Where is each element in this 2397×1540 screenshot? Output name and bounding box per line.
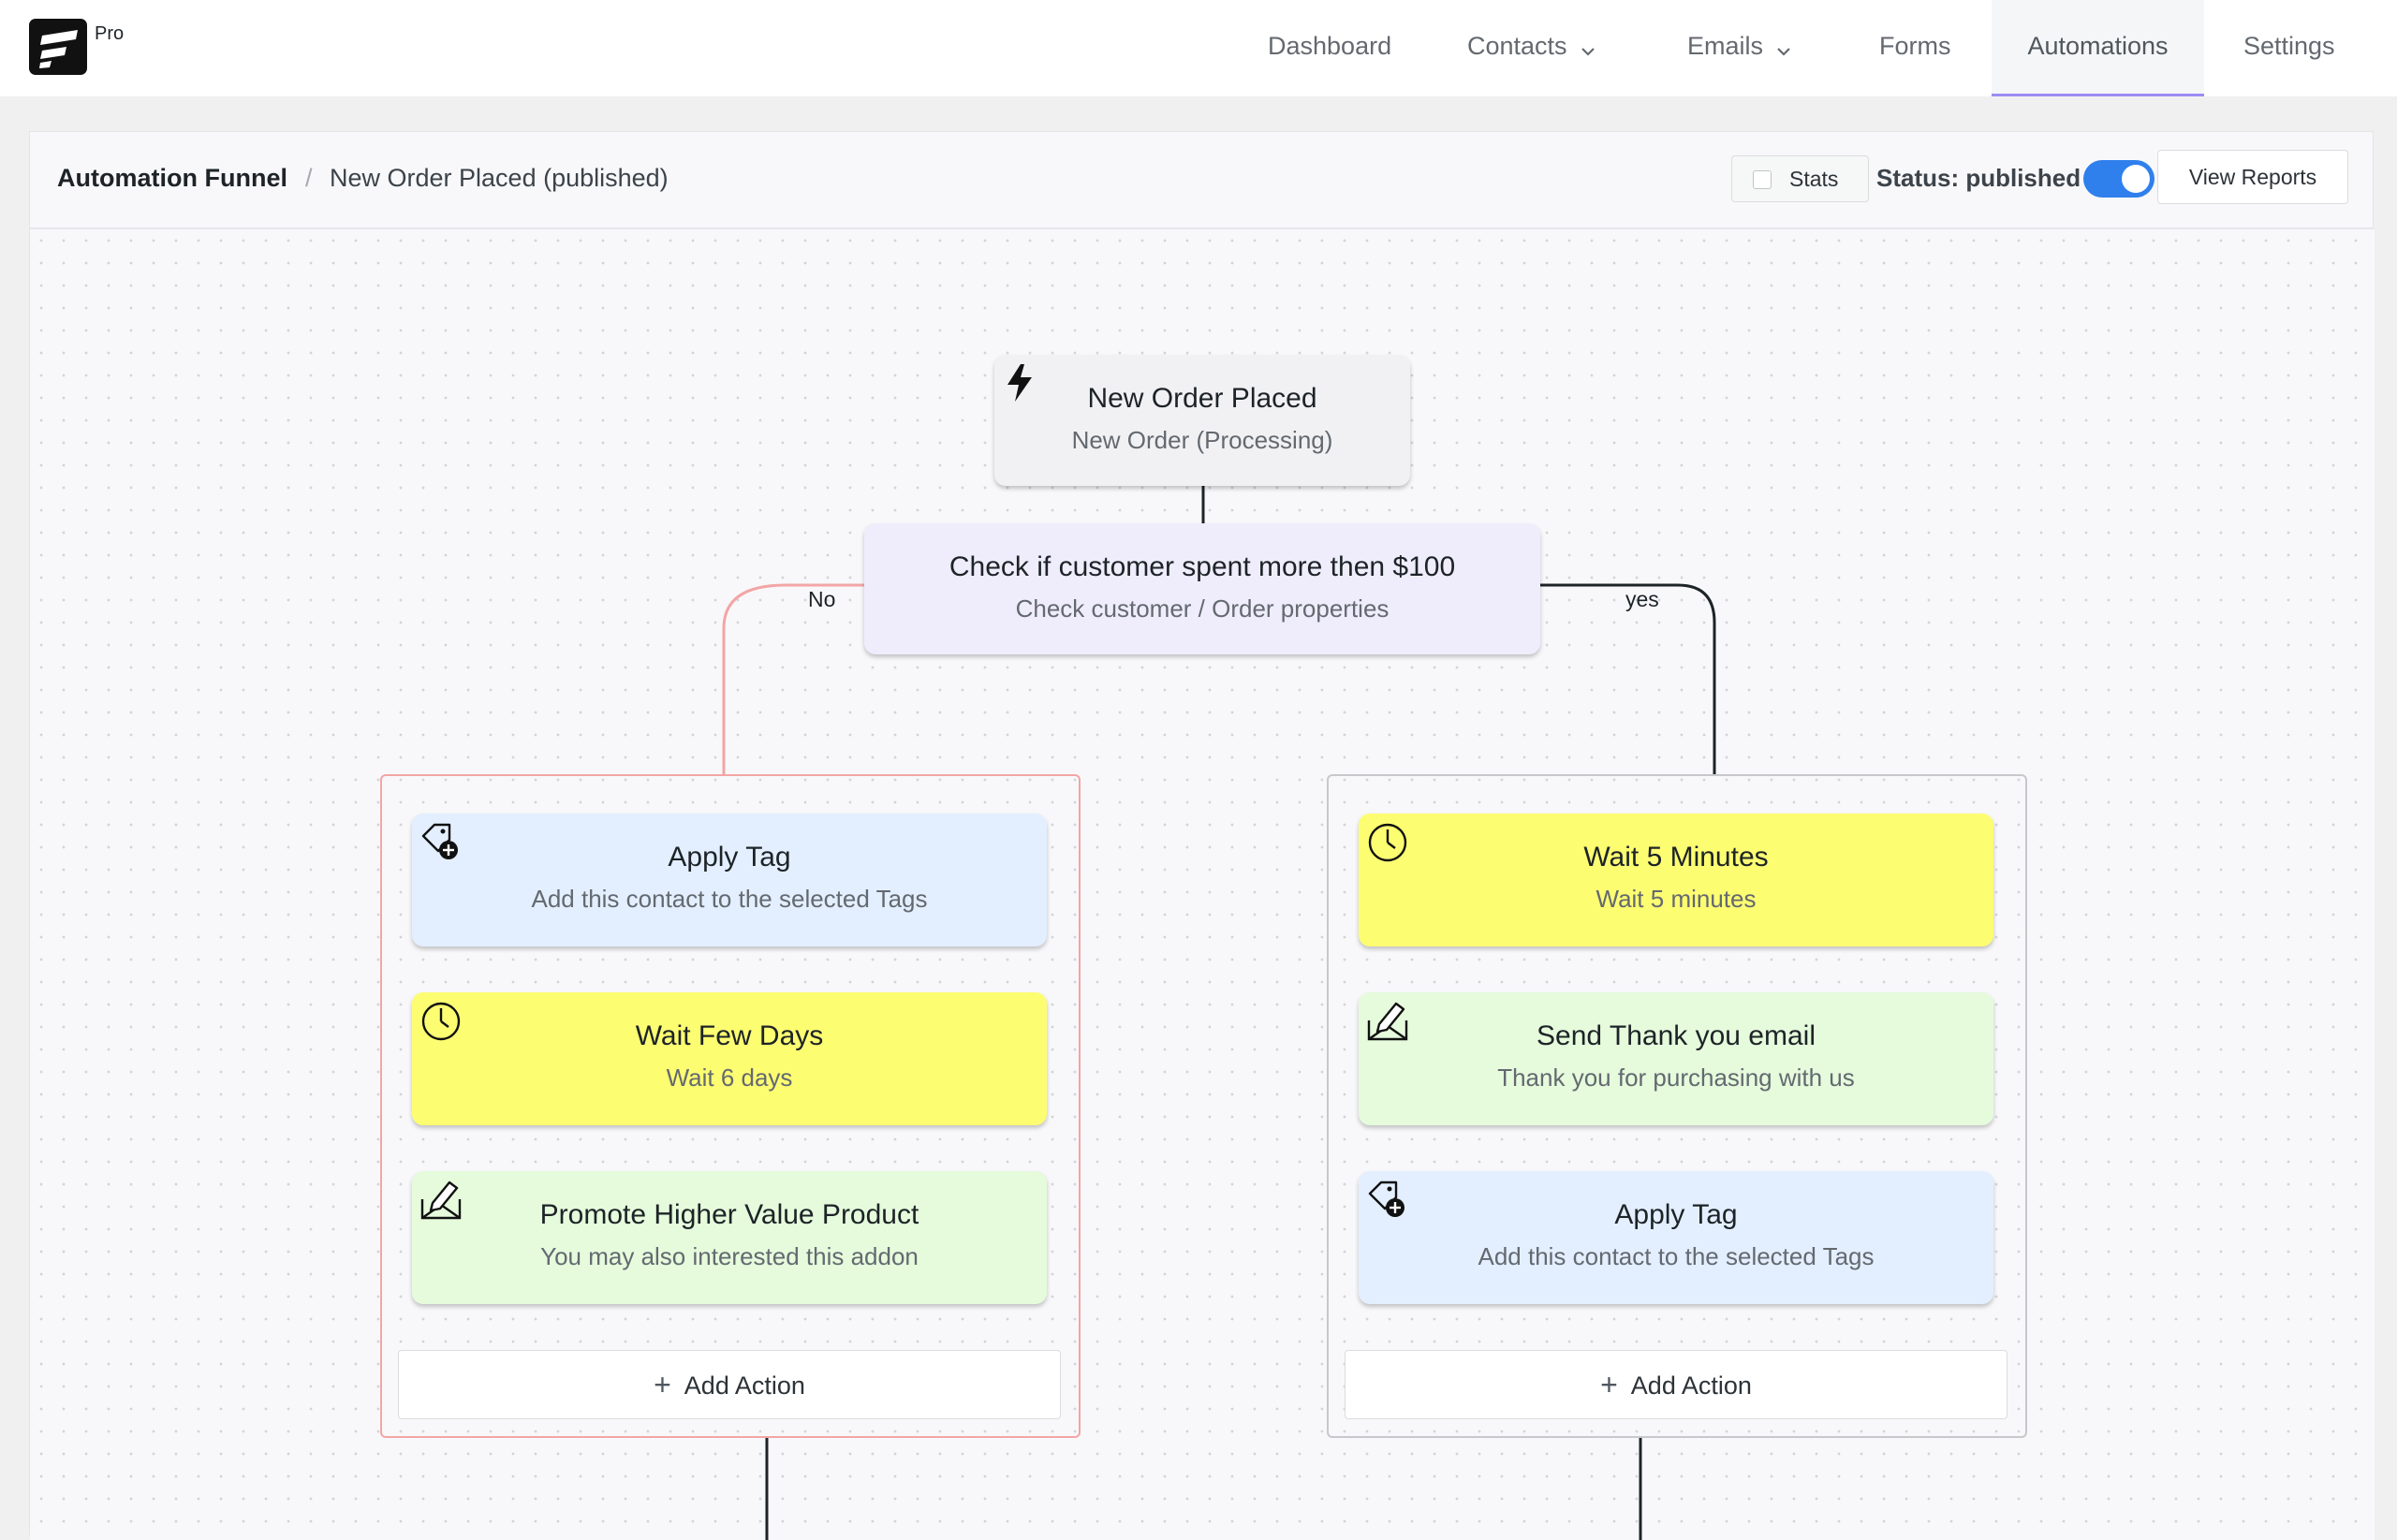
nav-emails-label: Emails bbox=[1687, 32, 1764, 60]
nav-contacts-label: Contacts bbox=[1467, 32, 1567, 60]
action-title: Apply Tag bbox=[668, 842, 791, 873]
stats-checkbox[interactable] bbox=[1753, 170, 1772, 189]
view-reports-button[interactable]: View Reports bbox=[2157, 150, 2348, 204]
chevron-down-icon bbox=[1581, 2, 1596, 94]
action-subtitle: Wait 5 minutes bbox=[1596, 885, 1757, 913]
action-wait-5-minutes[interactable]: Wait 5 Minutes Wait 5 minutes bbox=[1359, 814, 1993, 946]
editor-header: Automation Funnel / New Order Placed (pu… bbox=[30, 132, 2373, 229]
branch-label-yes: yes bbox=[1625, 587, 1659, 611]
nav-settings-label: Settings bbox=[2243, 32, 2335, 60]
nav-dashboard-label: Dashboard bbox=[1268, 32, 1392, 60]
condition-block[interactable]: Check if customer spent more then $100 C… bbox=[864, 523, 1540, 654]
breadcrumb-current: New Order Placed (published) bbox=[330, 164, 669, 192]
action-title: Apply Tag bbox=[1614, 1199, 1738, 1230]
action-subtitle: Wait 6 days bbox=[666, 1063, 793, 1092]
nav-contacts[interactable]: Contacts bbox=[1467, 0, 1596, 96]
nav-automations[interactable]: Automations bbox=[1992, 0, 2204, 96]
action-promote-product[interactable]: Promote Higher Value Product You may als… bbox=[412, 1171, 1047, 1304]
add-action-button-no[interactable]: + Add Action bbox=[398, 1350, 1061, 1419]
action-apply-tag[interactable]: Apply Tag Add this contact to the select… bbox=[412, 814, 1047, 946]
action-subtitle: You may also interested this addon bbox=[540, 1242, 919, 1270]
chevron-down-icon bbox=[1776, 2, 1791, 94]
nav-dashboard[interactable]: Dashboard bbox=[1268, 0, 1391, 96]
branch-yes-container: Wait 5 Minutes Wait 5 minutes Send Thank… bbox=[1327, 774, 2027, 1438]
pro-badge: Pro bbox=[95, 23, 125, 44]
automation-editor-card: Automation Funnel / New Order Placed (pu… bbox=[29, 131, 2375, 1540]
toggle-knob bbox=[2122, 165, 2150, 193]
action-title: Send Thank you email bbox=[1537, 1020, 1816, 1051]
add-action-label: Add Action bbox=[684, 1371, 805, 1400]
plus-icon: + bbox=[654, 1368, 671, 1401]
status-label: Status: published bbox=[1876, 164, 2081, 192]
plus-icon: + bbox=[1600, 1368, 1618, 1401]
branch-label-no: No bbox=[808, 587, 836, 611]
nav-emails[interactable]: Emails bbox=[1687, 0, 1791, 96]
status-toggle[interactable] bbox=[2083, 160, 2154, 198]
trigger-subtitle: New Order (Processing) bbox=[1071, 426, 1333, 454]
action-send-thank-you-email[interactable]: Send Thank you email Thank you for purch… bbox=[1359, 992, 1993, 1125]
nav-settings[interactable]: Settings bbox=[2243, 0, 2335, 96]
trigger-block[interactable]: New Order Placed New Order (Processing) bbox=[994, 355, 1410, 486]
action-title: Wait 5 Minutes bbox=[1583, 842, 1769, 873]
action-subtitle: Add this contact to the selected Tags bbox=[531, 885, 928, 913]
breadcrumb-separator: / bbox=[305, 164, 313, 192]
action-title: Promote Higher Value Product bbox=[539, 1199, 919, 1230]
action-title: Wait Few Days bbox=[635, 1020, 824, 1051]
top-navigation: Pro Dashboard Contacts Emails Forms Auto… bbox=[0, 0, 2397, 96]
trigger-title: New Order Placed bbox=[1087, 383, 1317, 414]
branch-no-container: Apply Tag Add this contact to the select… bbox=[380, 774, 1081, 1438]
nav-automations-label: Automations bbox=[2027, 32, 2169, 60]
condition-subtitle: Check customer / Order properties bbox=[1015, 594, 1390, 623]
nav-forms-label: Forms bbox=[1879, 32, 1951, 60]
action-wait-few-days[interactable]: Wait Few Days Wait 6 days bbox=[412, 992, 1047, 1125]
stats-label: Stats bbox=[1789, 167, 1839, 191]
condition-title: Check if customer spent more then $100 bbox=[949, 551, 1456, 582]
breadcrumb-root[interactable]: Automation Funnel bbox=[57, 164, 287, 193]
nav-forms[interactable]: Forms bbox=[1879, 0, 1951, 96]
action-subtitle: Thank you for purchasing with us bbox=[1497, 1063, 1855, 1092]
funnel-canvas: New Order Placed New Order (Processing) … bbox=[30, 229, 2375, 1540]
add-action-label: Add Action bbox=[1630, 1371, 1752, 1400]
action-apply-tag[interactable]: Apply Tag Add this contact to the select… bbox=[1359, 1171, 1993, 1304]
action-subtitle: Add this contact to the selected Tags bbox=[1478, 1242, 1875, 1270]
app-logo[interactable] bbox=[29, 19, 87, 75]
stats-toggle-button[interactable]: Stats bbox=[1731, 155, 1869, 202]
add-action-button-yes[interactable]: + Add Action bbox=[1345, 1350, 2007, 1419]
